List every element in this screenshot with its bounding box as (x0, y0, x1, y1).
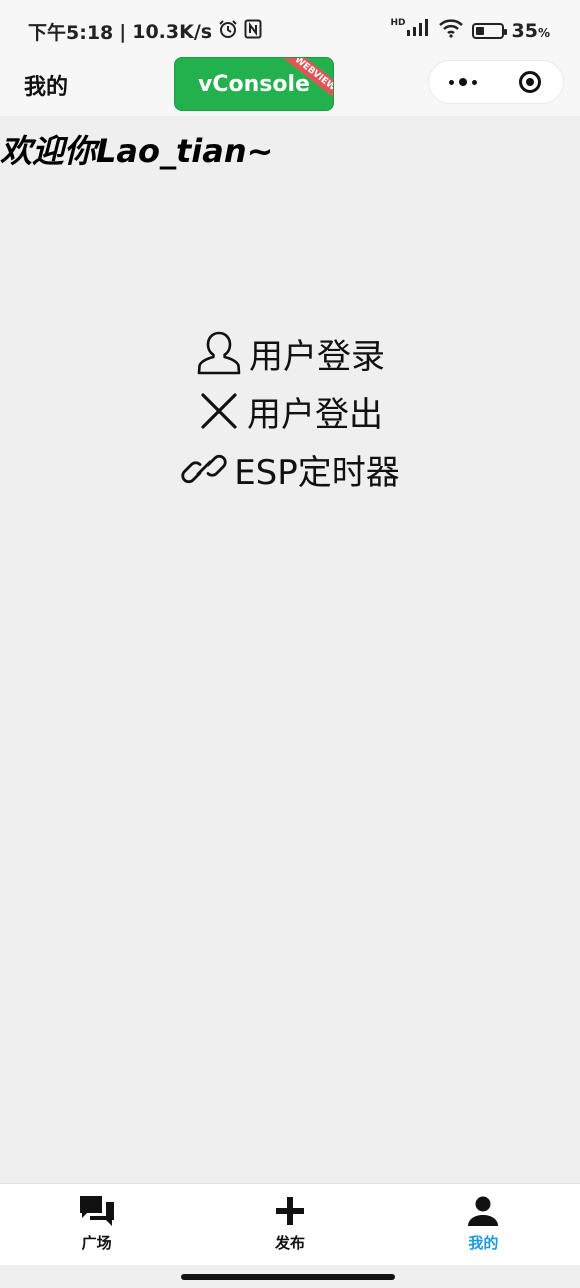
esp-timer-label: ESP定时器 (234, 452, 400, 493)
status-separator: | (119, 20, 127, 43)
status-left: 下午5:18 | 10.3K/s (28, 18, 262, 45)
more-button[interactable] (429, 78, 496, 86)
close-miniprogram-button[interactable] (496, 71, 563, 93)
login-label: 用户登录 (249, 336, 385, 377)
battery-percent: 35% (512, 20, 550, 42)
signal-icon (406, 19, 430, 42)
battery-fill (475, 26, 484, 35)
welcome-text: 欢迎你Lao_tian~ (0, 132, 274, 170)
tab-publish-label: 发布 (274, 1234, 305, 1252)
link-icon (181, 454, 227, 484)
tab-bar: 广场 发布 我的 (0, 1183, 580, 1266)
tab-mine-label: 我的 (468, 1234, 499, 1252)
tab-square[interactable]: 广场 (0, 1184, 193, 1266)
battery-percent-unit: % (537, 25, 550, 40)
nfc-icon (244, 19, 262, 44)
chat-icon (79, 1196, 114, 1226)
status-time: 下午5:18 (28, 22, 114, 44)
status-bar: 下午5:18 | 10.3K/s HD 35% (0, 0, 580, 60)
user-icon (197, 331, 241, 375)
tab-mine[interactable]: 我的 (387, 1184, 580, 1266)
battery-icon (471, 22, 507, 39)
person-icon (468, 1196, 499, 1226)
status-right: HD 35% (391, 18, 551, 43)
target-icon (518, 71, 541, 93)
tab-square-label: 广场 (81, 1234, 112, 1252)
vconsole-button[interactable]: vConsole WEBVIEW (174, 57, 334, 111)
esp-timer-button[interactable]: ESP定时器 (180, 440, 400, 498)
home-indicator[interactable] (181, 1274, 395, 1280)
nav-bar: 我的 vConsole WEBVIEW (0, 57, 580, 116)
wifi-icon (438, 18, 464, 43)
vconsole-label: vConsole (198, 71, 310, 97)
plus-icon (275, 1197, 304, 1225)
page-title: 我的 (24, 75, 69, 100)
menu-list: 用户登录 用户登出 ESP定时器 (0, 324, 580, 498)
close-icon (201, 393, 237, 429)
more-dot (448, 79, 454, 85)
logout-label: 用户登出 (247, 394, 383, 435)
more-dot (471, 79, 477, 85)
alarm-icon (218, 19, 238, 44)
more-dot (458, 78, 467, 86)
logout-button[interactable]: 用户登出 (197, 382, 383, 440)
battery-percent-value: 35 (511, 19, 538, 42)
login-button[interactable]: 用户登录 (195, 324, 385, 382)
hd-label: HD (390, 17, 406, 28)
network-speed: 10.3K/s (132, 20, 213, 43)
tab-publish[interactable]: 发布 (193, 1184, 386, 1266)
mini-program-capsule (428, 60, 564, 104)
